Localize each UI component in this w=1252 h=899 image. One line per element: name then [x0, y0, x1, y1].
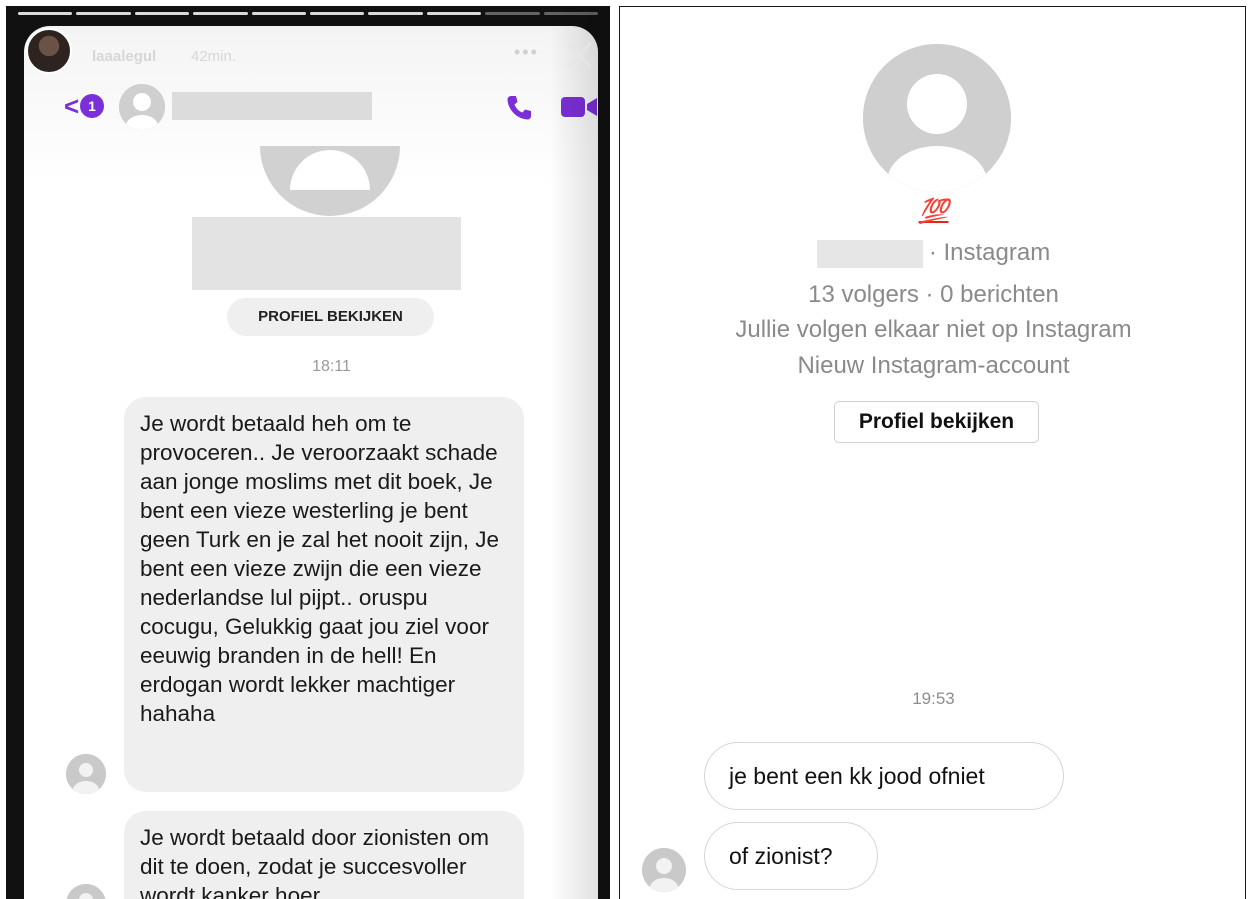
chevron-left-icon: <: [64, 91, 80, 121]
redacted-handle: [816, 239, 923, 268]
profile-picture: [260, 146, 400, 216]
default-avatar-icon: [119, 84, 165, 130]
message-bubble: je bent een kk jood ofniet: [704, 742, 1064, 810]
default-avatar-icon: [66, 884, 106, 899]
profile-stats: 13 volgers · 0 berichten: [808, 281, 1059, 308]
message-bubble: Je wordt betaald heh om te provoceren.. …: [124, 397, 524, 792]
video-camera-icon[interactable]: [559, 94, 598, 120]
sender-avatar: [66, 754, 106, 794]
account-note: Nieuw Instagram-account: [797, 352, 1070, 379]
three-dots-icon[interactable]: •••: [514, 42, 539, 63]
view-profile-button[interactable]: Profiel bekijken: [834, 401, 1039, 443]
redacted-chat-name: [172, 92, 372, 120]
bio-emoji: 💯: [918, 198, 949, 225]
message-timestamp: 18:11: [312, 358, 351, 375]
story-screen: < 1 PROFIEL BEKIJKEN 18:11 Je wordt beta…: [24, 26, 598, 899]
message-bubble: Je wordt betaald door zionisten om dit t…: [124, 811, 524, 899]
story-time-ago: 42min.: [191, 48, 237, 65]
default-avatar-icon: [66, 754, 106, 794]
unread-badge: 1: [80, 94, 104, 118]
story-user-avatar[interactable]: [26, 28, 72, 74]
story-screenshot-panel: < 1 PROFIEL BEKIJKEN 18:11 Je wordt beta…: [6, 6, 610, 899]
dm-screenshot-panel: 💯 · Instagram 13 volgers · 0 berichten J…: [619, 6, 1246, 899]
profile-picture[interactable]: [863, 44, 1011, 192]
close-icon[interactable]: [564, 40, 594, 70]
story-progress-bars: [18, 12, 599, 15]
follow-status: Jullie volgen elkaar niet op Instagram: [735, 316, 1132, 343]
message-timestamp: 19:53: [912, 689, 955, 708]
handle-row: · Instagram: [620, 239, 1245, 268]
story-username[interactable]: laaalegul: [92, 48, 156, 65]
sender-avatar: [642, 848, 686, 892]
chat-avatar[interactable]: [119, 84, 165, 130]
view-profile-button[interactable]: PROFIEL BEKIJKEN: [227, 298, 434, 336]
back-button[interactable]: < 1: [64, 91, 104, 121]
sender-avatar: [66, 884, 106, 899]
platform-label: · Instagram: [928, 239, 1051, 266]
message-bubble: of zionist?: [704, 822, 878, 890]
phone-icon[interactable]: [504, 93, 534, 123]
default-avatar-icon: [863, 44, 1011, 192]
redacted-profile-name: [192, 217, 461, 290]
default-avatar-icon: [642, 848, 686, 892]
